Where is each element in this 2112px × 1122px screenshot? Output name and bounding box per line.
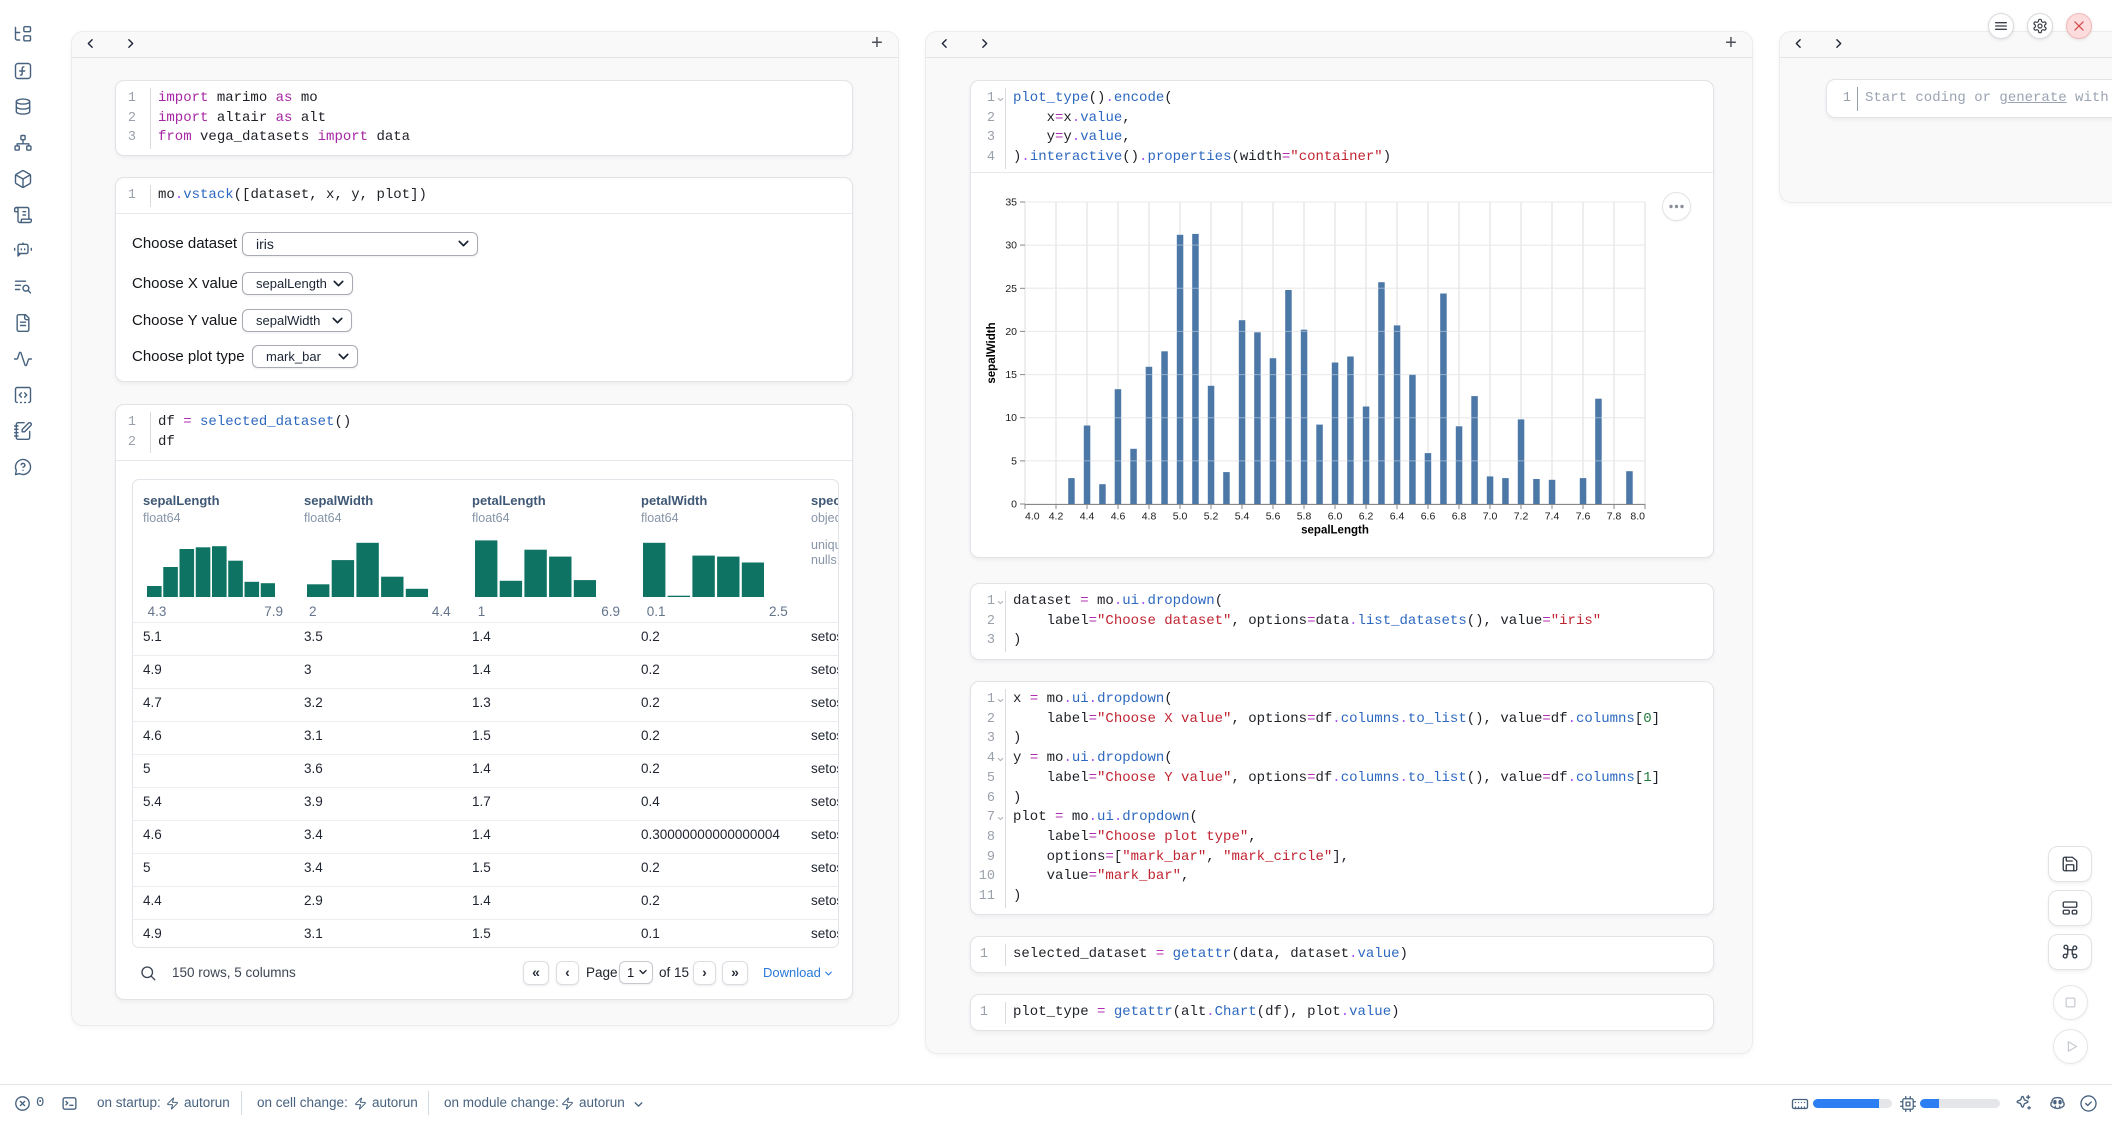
svg-text:10: 10 <box>1005 412 1017 424</box>
svg-text:4.8: 4.8 <box>1142 511 1157 523</box>
svg-text:7.8: 7.8 <box>1607 511 1622 523</box>
svg-text:5.8: 5.8 <box>1297 511 1312 523</box>
svg-text:5.0: 5.0 <box>1173 511 1188 523</box>
svg-text:20: 20 <box>1005 326 1017 338</box>
svg-text:sepalLength: sepalLength <box>1301 525 1369 537</box>
svg-text:4.2: 4.2 <box>1049 511 1064 523</box>
svg-text:35: 35 <box>1005 197 1017 209</box>
svg-text:7.2: 7.2 <box>1514 511 1529 523</box>
svg-text:5.2: 5.2 <box>1204 511 1219 523</box>
svg-text:7.0: 7.0 <box>1483 511 1498 523</box>
svg-text:4.0: 4.0 <box>1025 511 1040 523</box>
svg-text:6.4: 6.4 <box>1390 511 1405 523</box>
svg-text:5: 5 <box>1011 455 1017 467</box>
svg-text:sepalWidth: sepalWidth <box>986 322 998 383</box>
svg-text:8.0: 8.0 <box>1630 511 1645 523</box>
svg-text:6.2: 6.2 <box>1359 511 1374 523</box>
svg-text:4.4: 4.4 <box>1080 511 1095 523</box>
svg-text:7.4: 7.4 <box>1545 511 1560 523</box>
svg-text:5.6: 5.6 <box>1266 511 1281 523</box>
svg-text:6.0: 6.0 <box>1328 511 1343 523</box>
svg-text:5.4: 5.4 <box>1235 511 1250 523</box>
svg-text:25: 25 <box>1005 283 1017 295</box>
svg-text:7.6: 7.6 <box>1576 511 1591 523</box>
svg-text:4.6: 4.6 <box>1111 511 1126 523</box>
svg-text:30: 30 <box>1005 240 1017 252</box>
svg-text:15: 15 <box>1005 369 1017 381</box>
svg-text:6.8: 6.8 <box>1452 511 1467 523</box>
svg-text:6.6: 6.6 <box>1421 511 1436 523</box>
svg-text:0: 0 <box>1011 499 1017 511</box>
